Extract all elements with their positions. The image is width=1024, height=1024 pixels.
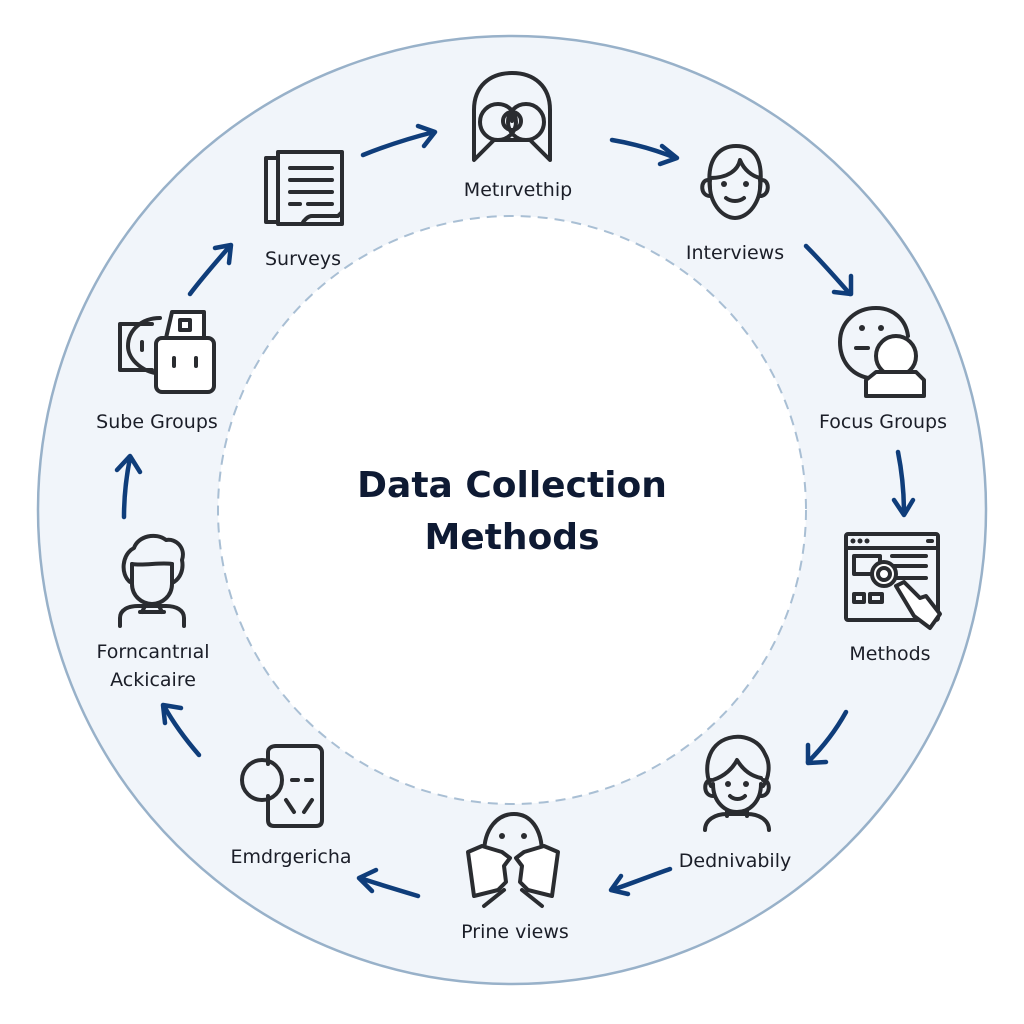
node-label: Sube Groups	[96, 411, 218, 433]
node-label: Prine views	[461, 921, 569, 943]
title-line-2: Methods	[424, 517, 599, 558]
node-label: Surveys	[265, 248, 341, 270]
title-line-1: Data Collection	[357, 465, 667, 506]
node-label: Emdrgericha	[230, 846, 351, 868]
inner-circle	[217, 215, 807, 805]
node-label: Interviews	[686, 242, 784, 264]
node-label: Methods	[849, 643, 930, 665]
node-label-line-2: Ackicaire	[110, 669, 196, 691]
node-label: Focus Groups	[819, 411, 947, 433]
node-label-line-1: Forncantrıal	[97, 641, 210, 663]
node-label: Dednivabily	[679, 850, 791, 872]
data-collection-cycle-diagram: Data Collection Methods Metırvethip Inte…	[36, 34, 988, 986]
node-label: Metırvethip	[464, 179, 572, 201]
